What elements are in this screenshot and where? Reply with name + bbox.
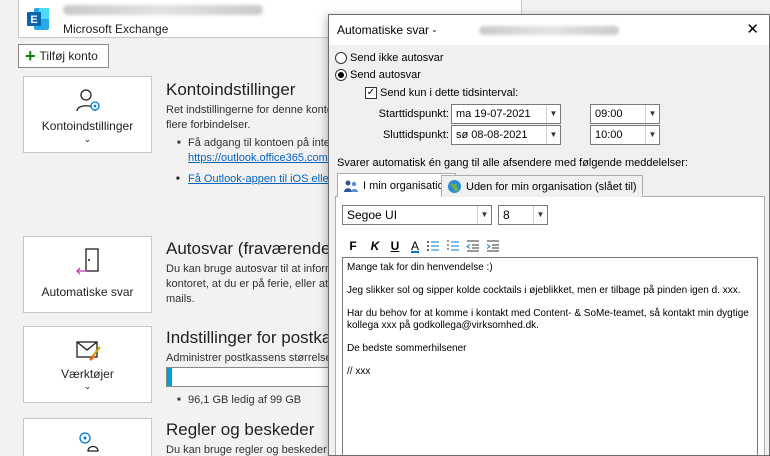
radio-button-on[interactable] [335, 69, 347, 81]
account-settings-title: Kontoindstillinger [166, 80, 296, 99]
auto-reply-tile-label: Automatiske svar [41, 285, 134, 299]
message-editor[interactable]: Mange tak for din henvendelse :) Jeg sli… [342, 257, 758, 455]
tools-title: Indstillinger for postkas [166, 328, 340, 347]
radio-no-autoreply[interactable]: Send ikke autosvar [335, 52, 444, 64]
auto-reply-text1: Du kan bruge autosvar til at inform [166, 263, 335, 275]
message-tab-panel: Segoe UI ▼ 8 ▼ F K U A Mange tak for din… [335, 196, 765, 455]
decrease-indent-icon [466, 240, 479, 252]
underline-button[interactable]: U [386, 237, 404, 255]
end-date-value: sø 08-08-2021 [456, 129, 528, 141]
account-email-redacted [63, 5, 263, 15]
account-settings-text2: flere forbindelser. [166, 119, 251, 131]
tab-outside-organization[interactable]: Uden for min organisation (slået til) [441, 175, 643, 197]
message-line: Har du behov for at komme i kontakt med … [347, 308, 749, 319]
bullet-list-icon [427, 241, 439, 251]
rules-text1: Du kan bruge regler og beskeder [166, 444, 327, 456]
tools-tile-label: Værktøjer [61, 367, 114, 381]
dialog-title: Automatiske svar - [337, 23, 437, 37]
storage-progress-bar [166, 367, 336, 387]
account-type: Microsoft Exchange [63, 22, 169, 36]
numbered-list-button[interactable] [444, 237, 462, 255]
font-size-select[interactable]: 8 ▼ [498, 205, 548, 225]
ios-app-link[interactable]: Få Outlook-appen til iOS eller [188, 173, 332, 185]
add-account-button[interactable]: + Tilføj konto [18, 44, 109, 68]
message-line: kollega xxx på godkollega@virksomhed.dk. [347, 320, 539, 331]
globe-icon [448, 180, 461, 193]
plus-icon: + [25, 46, 36, 66]
radio-send-autoreply[interactable]: Send autosvar [335, 69, 421, 81]
italic-button[interactable]: K [366, 237, 384, 255]
tab-inside-label: I min organisation [363, 179, 450, 192]
start-time-label: Starttidspunkt: [378, 108, 449, 120]
font-size-value: 8 [503, 208, 510, 222]
door-arrow-icon [75, 248, 99, 275]
auto-reply-tile[interactable]: Automatiske svar [23, 236, 152, 313]
message-line: Jeg slikker sol og sipper kolde cocktail… [347, 285, 741, 296]
tools-text1: Administrer postkassens størrelse v [166, 352, 341, 364]
auto-reply-text2: kontoret, at du er på ferie, eller at [166, 278, 329, 290]
chevron-down-icon: ⌄ [83, 381, 92, 391]
storage-text: 96,1 GB ledig af 99 GB [177, 393, 301, 408]
bell-gear-icon [78, 432, 99, 452]
end-date-picker[interactable]: sø 08-08-2021 ▼ [451, 125, 561, 145]
increase-indent-button[interactable] [484, 237, 502, 255]
numbered-list-icon [447, 240, 459, 251]
bullet-list-button[interactable] [424, 237, 442, 255]
storage-progress-fill [167, 368, 173, 386]
account-settings-text1: Ret indstillingerne for denne konto [166, 104, 333, 116]
bullet-marker: ■ [176, 176, 180, 182]
exchange-logo-icon: E [27, 8, 49, 30]
message-line: Mange tak for din henvendelse :) [347, 262, 493, 273]
people-icon [344, 180, 358, 192]
end-time-label: Sluttidspunkt: [382, 129, 449, 141]
end-time-value: 10:00 [595, 129, 623, 141]
font-name-value: Segoe UI [347, 208, 398, 222]
chevron-down-icon[interactable]: ▼ [645, 126, 659, 144]
chevron-down-icon: ⌄ [83, 134, 92, 144]
start-time-picker[interactable]: 09:00 ▼ [590, 104, 660, 124]
radio-no-autoreply-label: Send ikke autosvar [350, 52, 444, 64]
font-name-select[interactable]: Segoe UI ▼ [342, 205, 492, 225]
chevron-down-icon[interactable]: ▼ [645, 105, 659, 123]
decrease-indent-button[interactable] [464, 237, 482, 255]
account-settings-bullet1: Få adgang til kontoen på inte [177, 136, 330, 151]
auto-reply-title: Autosvar (fraværende) [166, 239, 337, 258]
svg-text:E: E [30, 14, 37, 26]
end-time-picker[interactable]: 10:00 ▼ [590, 125, 660, 145]
autoreply-info-text: Svarer automatisk én gang til alle afsen… [337, 157, 688, 169]
chevron-down-icon[interactable]: ▼ [546, 105, 560, 123]
start-time-value: 09:00 [595, 108, 623, 120]
start-date-picker[interactable]: ma 19-07-2021 ▼ [451, 104, 561, 124]
close-icon[interactable]: ✕ [746, 20, 759, 38]
rules-title: Regler og beskeder [166, 420, 315, 439]
bold-button[interactable]: F [344, 237, 362, 255]
start-date-value: ma 19-07-2021 [456, 108, 531, 120]
add-account-label: Tilføj konto [39, 49, 98, 63]
radio-button-off[interactable] [335, 52, 347, 64]
radio-send-autoreply-label: Send autosvar [350, 69, 421, 81]
user-gear-icon [75, 89, 100, 112]
increase-indent-icon [486, 240, 499, 252]
tools-tile[interactable]: Værktøjer ⌄ [23, 326, 152, 403]
account-settings-tile[interactable]: Kontoindstillinger ⌄ [23, 76, 152, 153]
auto-reply-text3: mails. [166, 293, 195, 305]
auto-reply-dialog: Automatiske svar - ✕ Send ikke autosvar … [328, 14, 770, 456]
message-line: // xxx [347, 366, 371, 377]
tab-inside-organization[interactable]: I min organisation [337, 173, 456, 197]
account-settings-tile-label: Kontoindstillinger [41, 119, 134, 133]
dialog-titlebar[interactable]: Automatiske svar - ✕ [329, 15, 769, 45]
chevron-down-icon[interactable]: ▼ [546, 126, 560, 144]
interval-checkbox[interactable]: ✓ [365, 87, 377, 99]
font-color-button[interactable]: A [406, 237, 424, 255]
mailbox-broom-icon [75, 341, 101, 361]
dialog-title-redacted [479, 26, 619, 35]
chevron-down-icon[interactable]: ▼ [477, 206, 491, 224]
tab-outside-label: Uden for min organisation (slået til) [466, 180, 637, 193]
message-line: De bedste sommerhilsener [347, 343, 467, 354]
interval-checkbox-label: Send kun i dette tidsinterval: [380, 87, 519, 99]
chevron-down-icon[interactable]: ▼ [533, 206, 547, 224]
rules-tile[interactable] [23, 418, 152, 456]
owa-link[interactable]: https://outlook.office365.com [188, 152, 328, 164]
interval-checkbox-row[interactable]: ✓ Send kun i dette tidsinterval: [365, 87, 518, 99]
